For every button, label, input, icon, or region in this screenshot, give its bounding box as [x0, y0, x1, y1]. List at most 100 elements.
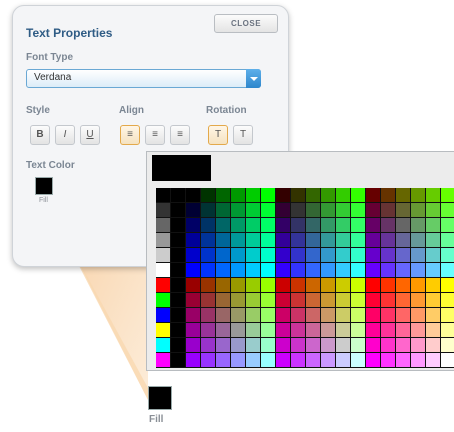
- color-swatch[interactable]: [261, 248, 276, 263]
- color-swatch[interactable]: [291, 353, 306, 368]
- color-swatch[interactable]: [306, 263, 321, 278]
- color-swatch[interactable]: [351, 338, 366, 353]
- color-swatch[interactable]: [246, 188, 261, 203]
- color-swatch[interactable]: [381, 233, 396, 248]
- color-swatch[interactable]: [156, 278, 171, 293]
- color-swatch[interactable]: [171, 218, 186, 233]
- underline-button[interactable]: U: [80, 125, 100, 145]
- color-swatch[interactable]: [381, 323, 396, 338]
- color-swatch[interactable]: [411, 248, 426, 263]
- color-swatch[interactable]: [246, 278, 261, 293]
- color-swatch[interactable]: [291, 323, 306, 338]
- color-swatch[interactable]: [321, 248, 336, 263]
- color-swatch[interactable]: [426, 203, 441, 218]
- color-swatch[interactable]: [336, 323, 351, 338]
- color-swatch[interactable]: [336, 278, 351, 293]
- color-swatch[interactable]: [426, 218, 441, 233]
- color-swatch[interactable]: [291, 278, 306, 293]
- color-swatch[interactable]: [246, 308, 261, 323]
- color-swatch[interactable]: [336, 338, 351, 353]
- color-swatch[interactable]: [186, 353, 201, 368]
- color-swatch[interactable]: [216, 353, 231, 368]
- color-swatch[interactable]: [441, 218, 454, 233]
- color-swatch[interactable]: [426, 323, 441, 338]
- color-swatch[interactable]: [291, 188, 306, 203]
- color-swatch[interactable]: [186, 188, 201, 203]
- color-swatch[interactable]: [351, 263, 366, 278]
- color-swatch[interactable]: [351, 293, 366, 308]
- color-swatch[interactable]: [336, 188, 351, 203]
- color-swatch[interactable]: [171, 188, 186, 203]
- color-swatch[interactable]: [246, 263, 261, 278]
- color-swatch[interactable]: [276, 203, 291, 218]
- color-swatch[interactable]: [441, 233, 454, 248]
- color-swatch[interactable]: [261, 218, 276, 233]
- color-swatch[interactable]: [366, 263, 381, 278]
- color-swatch[interactable]: [261, 338, 276, 353]
- color-swatch[interactable]: [396, 233, 411, 248]
- color-swatch[interactable]: [171, 203, 186, 218]
- color-swatch[interactable]: [186, 203, 201, 218]
- rotation-vertical-button[interactable]: T: [233, 125, 253, 145]
- color-swatch[interactable]: [366, 278, 381, 293]
- color-swatch[interactable]: [411, 218, 426, 233]
- color-swatch[interactable]: [156, 188, 171, 203]
- color-swatch[interactable]: [216, 218, 231, 233]
- color-swatch[interactable]: [261, 278, 276, 293]
- chevron-down-icon[interactable]: [246, 69, 261, 88]
- color-swatch[interactable]: [426, 263, 441, 278]
- color-swatch[interactable]: [246, 233, 261, 248]
- color-swatch[interactable]: [201, 218, 216, 233]
- color-swatch[interactable]: [426, 188, 441, 203]
- color-swatch[interactable]: [306, 308, 321, 323]
- color-swatch[interactable]: [381, 263, 396, 278]
- color-swatch[interactable]: [321, 218, 336, 233]
- color-swatch[interactable]: [201, 353, 216, 368]
- color-swatch[interactable]: [156, 308, 171, 323]
- color-swatch[interactable]: [186, 248, 201, 263]
- color-swatch[interactable]: [216, 308, 231, 323]
- color-swatch[interactable]: [156, 353, 171, 368]
- color-swatch[interactable]: [156, 218, 171, 233]
- align-center-button[interactable]: ≡: [145, 125, 165, 145]
- color-swatch[interactable]: [351, 203, 366, 218]
- color-swatch[interactable]: [396, 323, 411, 338]
- color-swatch[interactable]: [276, 323, 291, 338]
- color-swatch[interactable]: [171, 278, 186, 293]
- color-swatch[interactable]: [381, 308, 396, 323]
- color-swatch[interactable]: [156, 263, 171, 278]
- color-swatch[interactable]: [441, 248, 454, 263]
- color-swatch[interactable]: [216, 188, 231, 203]
- color-swatch[interactable]: [381, 188, 396, 203]
- color-swatch[interactable]: [366, 203, 381, 218]
- color-swatch[interactable]: [231, 323, 246, 338]
- color-swatch[interactable]: [396, 293, 411, 308]
- color-swatch[interactable]: [426, 278, 441, 293]
- color-swatch[interactable]: [156, 248, 171, 263]
- color-swatch[interactable]: [306, 233, 321, 248]
- italic-button[interactable]: I: [55, 125, 75, 145]
- color-swatch[interactable]: [276, 233, 291, 248]
- color-swatch[interactable]: [411, 293, 426, 308]
- color-swatch[interactable]: [426, 308, 441, 323]
- color-swatch[interactable]: [336, 308, 351, 323]
- color-swatch[interactable]: [366, 233, 381, 248]
- color-swatch[interactable]: [351, 278, 366, 293]
- color-swatch[interactable]: [396, 308, 411, 323]
- color-swatch[interactable]: [321, 188, 336, 203]
- color-swatch[interactable]: [291, 218, 306, 233]
- color-swatch[interactable]: [396, 353, 411, 368]
- color-swatch[interactable]: [411, 203, 426, 218]
- color-swatch[interactable]: [321, 278, 336, 293]
- color-swatch[interactable]: [351, 188, 366, 203]
- color-swatch[interactable]: [291, 248, 306, 263]
- color-swatch[interactable]: [351, 308, 366, 323]
- color-swatch[interactable]: [201, 263, 216, 278]
- font-type-dropdown[interactable]: Verdana: [26, 69, 261, 88]
- color-swatch[interactable]: [261, 308, 276, 323]
- color-swatch[interactable]: [186, 218, 201, 233]
- color-swatch[interactable]: [261, 323, 276, 338]
- color-swatch[interactable]: [261, 233, 276, 248]
- color-swatch[interactable]: [201, 203, 216, 218]
- color-swatch[interactable]: [336, 263, 351, 278]
